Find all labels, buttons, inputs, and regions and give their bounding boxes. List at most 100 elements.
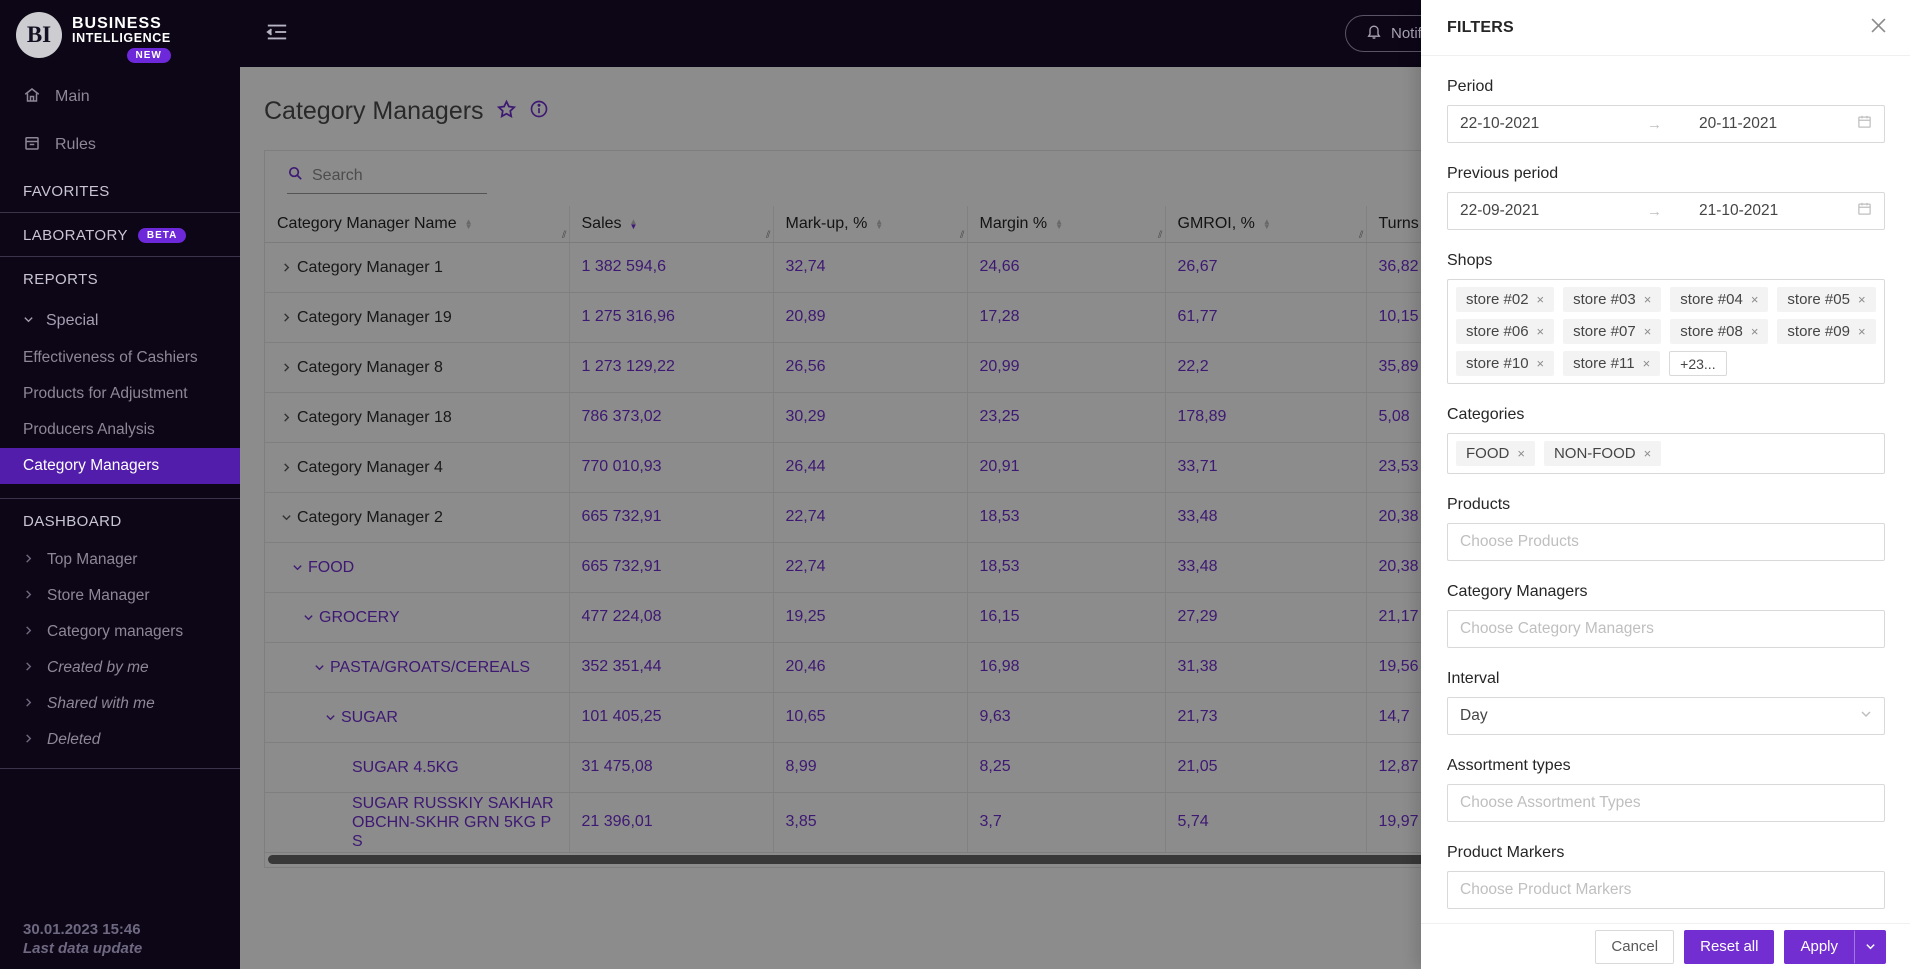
chip-remove-icon[interactable]: × [1644, 324, 1652, 339]
logo-line1: BUSINESS [72, 15, 162, 32]
chip-remove-icon[interactable]: × [1858, 292, 1866, 307]
chip-label: store #07 [1573, 323, 1636, 340]
products-label: Products [1447, 496, 1511, 513]
shops-more-chip[interactable]: +23... [1669, 351, 1727, 376]
filter-chip: FOOD × [1456, 441, 1535, 466]
bell-icon [1366, 23, 1382, 44]
previous-period-to-input[interactable] [1699, 202, 1849, 220]
filter-chip: store #07 × [1563, 319, 1662, 344]
reports-group-special[interactable]: Special [0, 300, 240, 340]
product-markers-select[interactable] [1447, 871, 1885, 909]
sidebar-item-label: Store Manager [47, 587, 150, 604]
chip-label: store #10 [1466, 355, 1529, 372]
chip-remove-icon[interactable]: × [1537, 292, 1545, 307]
sidebar-item-main[interactable]: Main [0, 73, 240, 121]
filter-chip: store #09 × [1777, 319, 1876, 344]
sidebar-item-label: Shared with me [47, 695, 155, 712]
previous-period-range-input[interactable]: → [1447, 192, 1885, 230]
chip-remove-icon[interactable]: × [1643, 356, 1651, 371]
chevron-right-icon [23, 659, 34, 677]
close-icon[interactable] [1871, 18, 1886, 37]
period-range-input[interactable]: → [1447, 105, 1885, 143]
last-update-datetime: 30.01.2023 15:46 [23, 921, 141, 938]
chip-remove-icon[interactable]: × [1517, 446, 1525, 461]
sidebar-dashboard-item[interactable]: Top Manager [0, 542, 240, 578]
chip-remove-icon[interactable]: × [1644, 446, 1652, 461]
dashboard-header: DASHBOARD [23, 513, 122, 530]
chip-remove-icon[interactable]: × [1858, 324, 1866, 339]
chip-remove-icon[interactable]: × [1644, 292, 1652, 307]
report-items: Effectiveness of Cashiers Products for Ad… [0, 340, 240, 484]
sidebar-item-label: Created by me [47, 659, 149, 676]
chip-remove-icon[interactable]: × [1751, 324, 1759, 339]
products-input[interactable] [1460, 533, 1872, 551]
calendar-icon [1857, 114, 1872, 134]
previous-period-from-input[interactable] [1460, 202, 1610, 220]
interval-value: Day [1460, 707, 1488, 724]
laboratory-header[interactable]: LABORATORY BETA [0, 213, 240, 256]
favorites-header[interactable]: FAVORITES [0, 169, 240, 212]
chip-label: store #09 [1787, 323, 1850, 340]
sidebar-dashboard-item[interactable]: Category managers [0, 614, 240, 650]
chevron-right-icon [23, 695, 34, 713]
interval-select[interactable]: Day [1447, 697, 1885, 735]
apply-button[interactable]: Apply [1784, 929, 1854, 964]
sidebar-item-label: Category managers [47, 623, 184, 640]
home-icon [23, 86, 41, 109]
chip-remove-icon[interactable]: × [1751, 292, 1759, 307]
sidebar-dashboard-item[interactable]: Shared with me [0, 686, 240, 722]
period-from-input[interactable] [1460, 115, 1610, 133]
filter-chip: NON-FOOD × [1543, 441, 1662, 466]
cancel-button[interactable]: Cancel [1595, 929, 1675, 964]
sidebar-dashboard-item[interactable]: Created by me [0, 650, 240, 686]
chip-label: store #11 [1573, 355, 1635, 372]
product-markers-input[interactable] [1460, 881, 1872, 899]
dashboard-items: Top Manager Store Manager Category manager… [0, 542, 240, 758]
products-select[interactable] [1447, 523, 1885, 561]
arrow-right-icon: → [1647, 115, 1662, 133]
app-logo[interactable]: BI BUSINESS INTELLIGENCE NEW [0, 0, 240, 73]
filter-chip: store #02 × [1456, 287, 1555, 312]
product-markers-label: Product Markers [1447, 844, 1565, 861]
last-data-update: 30.01.2023 15:46 Last data update [0, 907, 240, 969]
divider [0, 768, 240, 769]
categories-label: Categories [1447, 406, 1525, 423]
filter-chip: store #11 × [1563, 351, 1661, 376]
sidebar: BI BUSINESS INTELLIGENCE NEW Main Rules … [0, 0, 240, 969]
chevron-right-icon [23, 623, 34, 641]
apply-dropdown-chevron-icon[interactable] [1854, 929, 1886, 964]
period-label: Period [1447, 78, 1494, 95]
chip-remove-icon[interactable]: × [1537, 356, 1545, 371]
sidebar-dashboard-item[interactable]: Store Manager [0, 578, 240, 614]
shops-label: Shops [1447, 252, 1493, 269]
sidebar-item-label: Deleted [47, 731, 101, 748]
filter-chip: store #06 × [1456, 319, 1555, 344]
chevron-right-icon [23, 731, 34, 749]
category-managers-input[interactable] [1460, 620, 1872, 638]
chip-label: store #03 [1573, 291, 1636, 308]
sidebar-collapse-icon[interactable] [266, 22, 288, 47]
assortment-types-input[interactable] [1460, 794, 1872, 812]
reset-all-button[interactable]: Reset all [1684, 929, 1775, 964]
categories-multiselect[interactable]: FOOD × NON-FOOD × [1447, 433, 1885, 474]
sidebar-report-item[interactable]: Products for Adjustment [0, 376, 240, 412]
chevron-down-icon [23, 312, 34, 330]
sidebar-report-item[interactable]: Producers Analysis [0, 412, 240, 448]
sidebar-item-label: Top Manager [47, 551, 138, 568]
filters-drawer: FILTERS Period → Previous period → Shops [1421, 0, 1910, 969]
chevron-down-icon [1860, 707, 1872, 725]
chip-label: store #02 [1466, 291, 1529, 308]
period-to-input[interactable] [1699, 115, 1849, 133]
chip-label: FOOD [1466, 445, 1510, 462]
category-managers-select[interactable] [1447, 610, 1885, 648]
filter-chip: store #08 × [1670, 319, 1769, 344]
chip-remove-icon[interactable]: × [1537, 324, 1545, 339]
assortment-types-select[interactable] [1447, 784, 1885, 822]
shops-multiselect[interactable]: store #02 × store #03 × store #04 × store #05 ×… [1447, 279, 1885, 384]
sidebar-report-item[interactable]: Category Managers [0, 448, 240, 484]
sidebar-report-item[interactable]: Effectiveness of Cashiers [0, 340, 240, 376]
sidebar-item-rules[interactable]: Rules [0, 121, 240, 169]
chevron-right-icon [23, 551, 34, 569]
filter-chip: store #04 × [1670, 287, 1769, 312]
sidebar-dashboard-item[interactable]: Deleted [0, 722, 240, 758]
